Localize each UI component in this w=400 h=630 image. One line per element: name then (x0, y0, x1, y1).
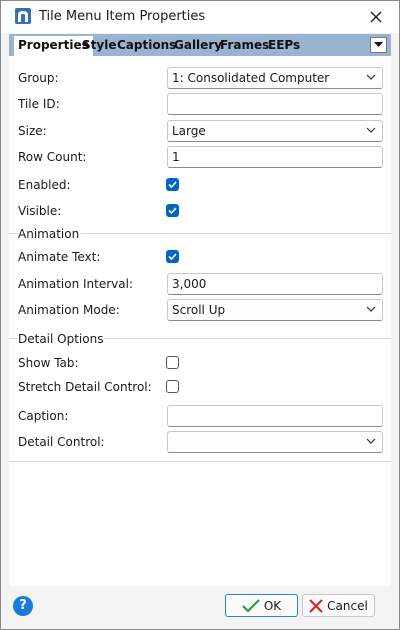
stretch-detail-label: Stretch Detail Control: (18, 380, 152, 394)
tile-id-label: Tile ID: (18, 97, 60, 111)
animate-text-label: Animate Text: (18, 250, 101, 264)
tab-gallery[interactable]: Gallery (174, 36, 222, 56)
x-icon (309, 598, 323, 613)
size-label: Size: (18, 124, 47, 138)
caret-down-icon (374, 42, 383, 47)
tab-style[interactable]: Style (82, 36, 116, 56)
cancel-label: Cancel (327, 598, 368, 613)
caption-input[interactable] (167, 405, 383, 427)
group-label: Group: (18, 71, 59, 85)
ok-button[interactable]: OK (225, 594, 298, 617)
cancel-button[interactable]: Cancel (302, 594, 375, 617)
detail-section-title: Detail Options (18, 332, 106, 346)
animation-interval-input[interactable]: 3,000 (167, 273, 383, 295)
panel-bottom-divider (9, 461, 391, 462)
group-select[interactable]: 1: Consolidated Computer (167, 67, 383, 89)
visible-checkbox[interactable] (166, 204, 179, 217)
stretch-detail-checkbox[interactable] (166, 380, 179, 393)
animate-text-checkbox[interactable] (166, 250, 179, 263)
show-tab-checkbox[interactable] (166, 356, 179, 369)
title-bar: Tile Menu Item Properties (1, 1, 399, 33)
help-button[interactable]: ? (13, 596, 33, 616)
app-icon (15, 8, 31, 24)
tile-id-input[interactable] (167, 93, 383, 115)
checkmark-icon (168, 181, 177, 189)
tab-overflow-button[interactable] (370, 37, 387, 53)
enabled-checkbox[interactable] (166, 178, 179, 191)
detail-control-label: Detail Control: (18, 435, 105, 449)
animation-mode-value: Scroll Up (172, 303, 226, 317)
enabled-label: Enabled: (18, 178, 71, 192)
tab-captions[interactable]: Captions (117, 36, 176, 56)
caption-label: Caption: (18, 409, 69, 423)
close-button[interactable] (363, 5, 389, 29)
size-value: Large (172, 124, 206, 138)
tab-frames[interactable]: Frames (220, 36, 269, 56)
chevron-down-icon (366, 438, 376, 444)
dialog-footer: ? OK Cancel (1, 587, 399, 629)
detail-control-select[interactable] (167, 431, 383, 453)
checkmark-icon (168, 253, 177, 261)
close-icon (370, 11, 382, 23)
group-value: 1: Consolidated Computer (172, 71, 330, 85)
size-select[interactable]: Large (167, 120, 383, 142)
checkmark-icon (242, 598, 260, 613)
animation-mode-label: Animation Mode: (18, 303, 120, 317)
row-count-label: Row Count: (18, 150, 87, 164)
dialog-window: Tile Menu Item Properties Properties Sty… (0, 0, 400, 630)
chevron-down-icon (366, 74, 376, 80)
properties-panel: Group: 1: Consolidated Computer Tile ID:… (9, 56, 391, 586)
ok-label: OK (263, 598, 282, 613)
checkmark-icon (168, 207, 177, 215)
row-count-input[interactable]: 1 (167, 146, 383, 168)
show-tab-label: Show Tab: (18, 356, 79, 370)
chevron-down-icon (366, 306, 376, 312)
animation-interval-label: Animation Interval: (18, 277, 133, 291)
tab-eeps[interactable]: EEPs (268, 36, 300, 56)
animation-mode-select[interactable]: Scroll Up (167, 299, 383, 321)
animation-section-title: Animation (18, 227, 82, 241)
chevron-down-icon (366, 127, 376, 133)
window-title: Tile Menu Item Properties (39, 9, 206, 24)
visible-label: Visible: (18, 204, 62, 218)
tab-strip: Properties Style Captions Gallery Frames… (9, 34, 391, 56)
